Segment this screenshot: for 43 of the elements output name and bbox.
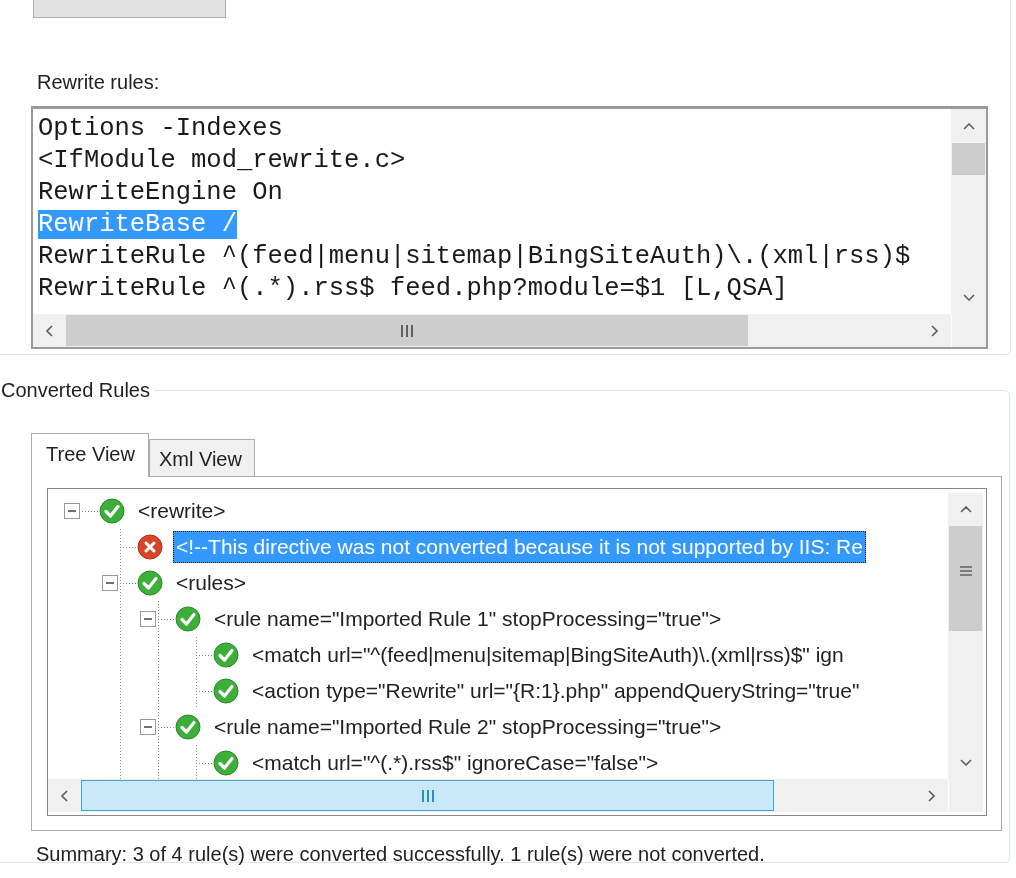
grip-icon [958,564,973,578]
tree-item[interactable]: <rule name="Imported Rule 1" stopProcessing="true"> [211,603,725,635]
tree-item[interactable]: <match url="^(feed|menu|sitemap|BingSiteAuth)\.(xml|rss)$" ign [249,639,847,671]
import-button[interactable] [33,0,226,18]
tree-item[interactable]: <rewrite> [135,495,229,527]
code-line: RewriteRule ^(.*).rss$ feed.php?module=$1 [L,QSA] [38,274,788,303]
code-line: RewriteEngine On [38,178,283,207]
scrollbar-thumb[interactable] [949,526,982,631]
vertical-scrollbar[interactable] [948,493,983,779]
summary-text: Summary: 3 of 4 rule(s) were converted successfully. 1 rule(s) were not converted. [36,843,765,866]
chevron-left-icon [46,324,53,337]
vertical-scrollbar[interactable] [951,109,986,314]
scrollbar-thumb[interactable] [81,780,774,811]
scrollbar-thumb[interactable] [952,143,985,175]
chevron-down-icon [962,294,975,301]
tree-item[interactable]: <action type="Rewrite" url="{R:1}.php" appendQueryString="true" [249,675,863,707]
collapse-button[interactable] [102,575,118,591]
code-line: <IfModule mod_rewrite.c> [38,146,406,175]
collapse-button[interactable] [140,719,156,735]
code-line: Options -Indexes [38,114,283,143]
scrollbar-thumb[interactable] [66,315,748,346]
scrollbar-corner [951,314,986,347]
horizontal-scrollbar[interactable] [33,314,951,347]
chevron-up-icon [959,506,972,513]
grip-icon [400,324,414,337]
group-title: Converted Rules [0,379,151,402]
chevron-down-icon [959,759,972,766]
collapse-button[interactable] [140,611,156,627]
rewrite-rules-field[interactable]: Options -Indexes <IfModule mod_rewrite.c> RewriteEngine On RewriteBase / RewriteRule ^(feed|menu|sitemap|BingSiteAuth)\.(xml|rss)$ RewriteRule ^(.*).rss$ feed.php?module=$1 [L,QSA] [31,106,988,349]
chevron-right-icon [928,789,935,802]
tree-item[interactable]: <rules> [173,567,250,599]
tab[interactable]: Tree View [31,433,149,477]
rewrite-rules-label: Rewrite rules: [37,70,160,94]
chevron-right-icon [931,324,938,337]
chevron-up-icon [962,123,975,130]
tab[interactable]: Xml View [148,439,255,476]
collapse-button[interactable] [64,503,80,519]
tree-item[interactable]: <rule name="Imported Rule 2" stopProcessing="true"> [211,711,725,743]
grip-icon [420,789,435,802]
chevron-left-icon [61,789,68,802]
horizontal-scrollbar[interactable] [48,779,948,812]
tree-item[interactable]: <match url="^(.*).rss$" ignoreCase="false"> [249,747,662,779]
code-line: RewriteRule ^(feed|menu|sitemap|BingSiteAuth)\.(xml|rss)$ [38,242,911,271]
